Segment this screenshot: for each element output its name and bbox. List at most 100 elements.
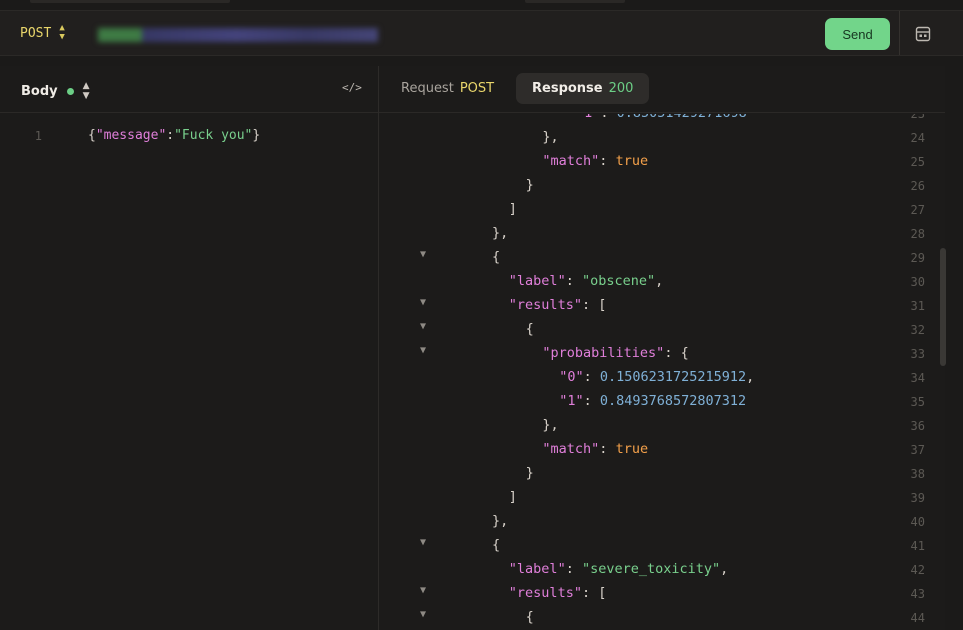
json-token: : — [565, 273, 582, 289]
line-number: 40 — [910, 515, 925, 529]
json-line: ] 39 — [379, 486, 945, 510]
code-token: "Fuck you" — [174, 128, 253, 143]
json-token: 0.1506231725215912 — [599, 369, 747, 385]
json-token: }, — [492, 513, 509, 529]
request-url-bar: POST ▲ ▼ Send — [0, 10, 963, 56]
json-token: : — [583, 369, 600, 385]
toolbar-divider — [899, 11, 900, 55]
json-token: : — [583, 393, 600, 409]
json-token: "results" — [508, 297, 582, 313]
json-text: }, — [542, 417, 558, 433]
json-line: ▼ {29 — [379, 246, 945, 270]
json-text: ] — [509, 489, 517, 505]
line-number: 30 — [910, 275, 925, 289]
json-text: "results": [ — [509, 585, 607, 601]
json-line: ▼ {44 — [379, 606, 945, 630]
line-number: 32 — [910, 323, 925, 337]
json-line: }, 40 — [379, 510, 945, 534]
json-line: "label": "severe_toxicity", 42 — [379, 558, 945, 582]
editor-line[interactable]: 1 {"message":"Fuck you"} — [0, 127, 378, 147]
json-token: "label" — [508, 273, 566, 289]
body-panel-header: Body ▲ ▼ </> — [0, 66, 378, 113]
json-text: }, — [542, 129, 558, 145]
line-number: 38 — [910, 467, 925, 481]
json-token: "0" — [559, 369, 584, 385]
line-number: 36 — [910, 419, 925, 433]
json-line: ▼ "results": [ 31 — [379, 294, 945, 318]
json-token: "obscene" — [581, 273, 656, 289]
json-token: "1" — [559, 393, 584, 409]
code-icon[interactable]: </> — [342, 81, 362, 94]
json-line: "match": true 37 — [379, 438, 945, 462]
send-button[interactable]: Send — [825, 18, 890, 50]
json-token: true — [615, 441, 649, 457]
code-token: : — [166, 128, 175, 143]
json-line: "0": 0.1506231725215912, 34 — [379, 366, 945, 390]
fold-triangle-icon[interactable]: ▼ — [420, 609, 426, 620]
method-selector[interactable]: POST ▲ ▼ — [20, 24, 65, 42]
json-line: }, 36 — [379, 414, 945, 438]
scrollbar-thumb[interactable] — [940, 248, 946, 366]
code-token: } — [252, 128, 261, 143]
fold-triangle-icon[interactable]: ▼ — [420, 249, 426, 260]
json-line: "match": true 25 — [379, 150, 945, 174]
fold-triangle-icon[interactable]: ▼ — [420, 585, 426, 596]
fold-triangle-icon[interactable]: ▼ — [420, 345, 426, 356]
json-token: true — [615, 153, 649, 169]
response-json-viewer[interactable]: "1": 0.85051429271698 23}, 24 "match": true… — [379, 114, 945, 630]
json-token: { — [525, 609, 534, 625]
tab-response[interactable]: Response 200 — [516, 73, 650, 104]
layout-grid-icon[interactable] — [914, 25, 932, 43]
json-text: "1": 0.8493768572807312 — [559, 393, 746, 409]
line-number: 31 — [910, 299, 925, 313]
line-number: 39 — [910, 491, 925, 505]
tab-label: Request — [401, 81, 454, 96]
json-line: } 38 — [379, 462, 945, 486]
json-token: 0.85051429271698 — [617, 114, 747, 121]
status-dot — [66, 87, 74, 95]
json-text: { — [492, 249, 500, 265]
status-code-badge: 200 — [608, 81, 634, 96]
json-token: : { — [664, 345, 689, 361]
body-type-selector[interactable]: Body ▲ ▼ — [21, 81, 90, 101]
json-token: }, — [542, 417, 559, 433]
line-number: 37 — [910, 443, 925, 457]
json-line: ▼ "results": [43 — [379, 582, 945, 606]
fold-triangle-icon[interactable]: ▼ — [420, 297, 426, 308]
line-number: 26 — [910, 179, 925, 193]
json-token: "match" — [542, 153, 600, 169]
json-text: "0": 0.1506231725215912, — [559, 369, 754, 385]
json-token: "probabilities" — [542, 345, 665, 361]
response-panel-header: Request POST Response 200 — [379, 66, 945, 113]
line-number: 23 — [910, 114, 925, 121]
json-text: { — [526, 609, 534, 625]
code-token: { — [88, 128, 96, 143]
json-line: }, 24 — [379, 126, 945, 150]
method-badge: POST — [459, 81, 495, 96]
url-input[interactable] — [98, 28, 378, 42]
json-text: }, — [492, 513, 508, 529]
json-line: ▼ {32 — [379, 318, 945, 342]
json-token: : [ — [581, 297, 607, 313]
json-token: ] — [508, 489, 517, 505]
json-token: 0.8493768572807312 — [599, 393, 747, 409]
json-token: { — [525, 321, 534, 337]
json-text: "probabilities": { — [542, 345, 688, 361]
code-text: {"message":"Fuck you"} — [88, 128, 260, 143]
line-number: 41 — [910, 539, 925, 553]
chevron-up-down-icon: ▲ ▼ — [59, 23, 65, 42]
json-token: }, — [492, 225, 509, 241]
line-number: 35 — [910, 395, 925, 409]
tab-request[interactable]: Request POST — [385, 73, 510, 104]
json-token: "1" — [576, 114, 600, 121]
json-token: ] — [508, 201, 517, 217]
json-token: , — [720, 561, 729, 577]
json-token: "match" — [542, 441, 600, 457]
method-label: POST — [20, 25, 52, 41]
body-title: Body — [21, 83, 58, 99]
fold-triangle-icon[interactable]: ▼ — [420, 537, 426, 548]
fold-triangle-icon[interactable]: ▼ — [420, 321, 426, 332]
json-text: "label": "obscene", — [509, 273, 663, 289]
json-text: "1": 0.85051429271698 — [576, 114, 747, 121]
line-number: 33 — [910, 347, 925, 361]
